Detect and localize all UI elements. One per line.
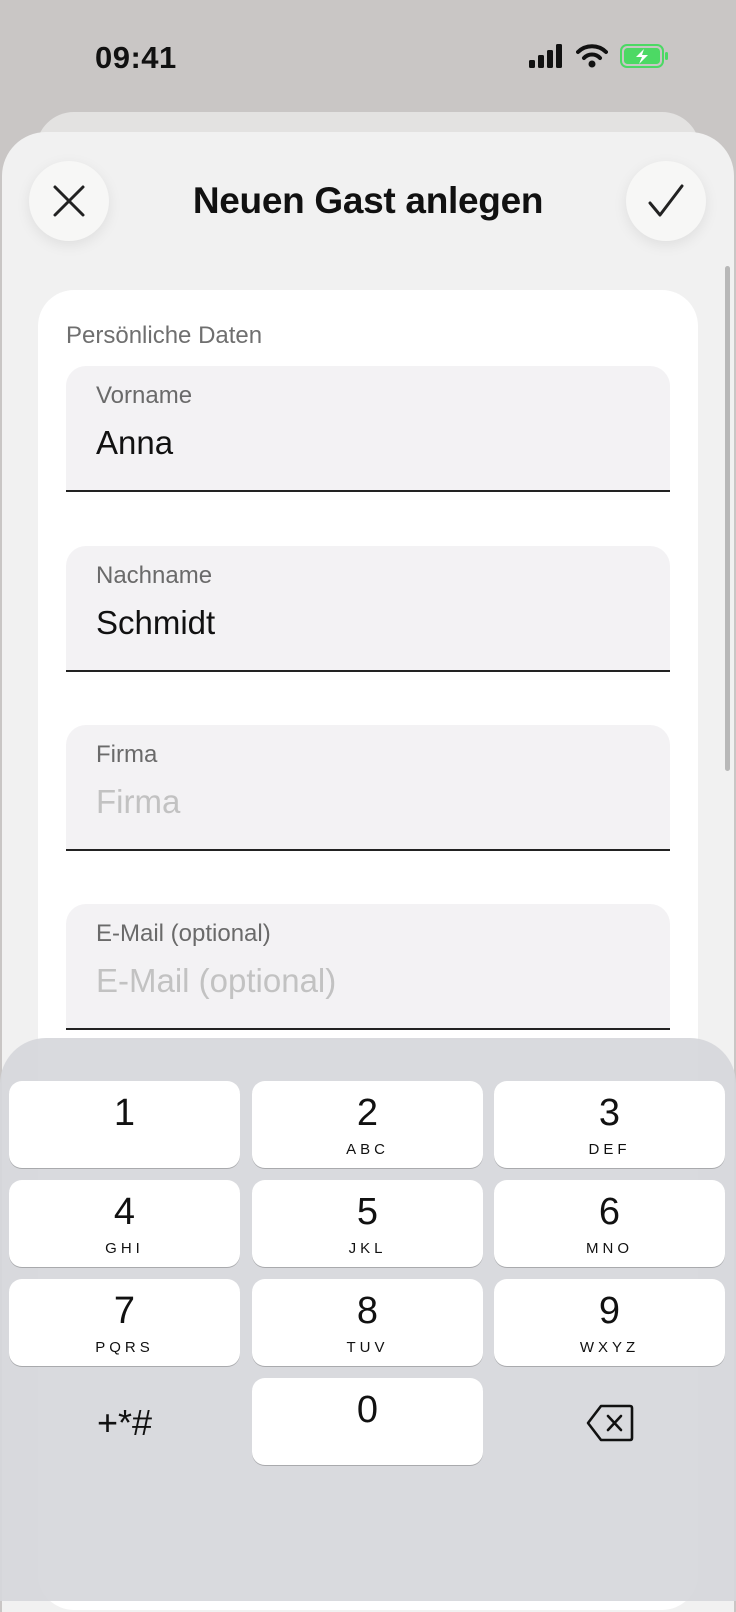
key-digit: 9: [598, 1290, 621, 1332]
key-3[interactable]: 3 DEF: [494, 1081, 725, 1168]
first-name-field[interactable]: Vorname Anna: [66, 366, 670, 492]
key-digit: 4: [113, 1191, 136, 1233]
status-time: 09:41: [95, 40, 177, 75]
key-9[interactable]: 9 WXYZ: [494, 1279, 725, 1366]
key-digit: 2: [356, 1092, 379, 1134]
key-digit: 1: [113, 1092, 136, 1134]
last-name-field[interactable]: Nachname Schmidt: [66, 546, 670, 672]
confirm-button[interactable]: [626, 161, 706, 241]
key-letters: MNO: [586, 1240, 633, 1257]
key-letters: TUV: [346, 1339, 389, 1356]
field-value[interactable]: Schmidt: [96, 604, 215, 642]
key-letters: WXYZ: [579, 1339, 640, 1356]
key-digit: 0: [356, 1389, 379, 1431]
wifi-icon: [576, 44, 608, 68]
status-bar: 09:41: [0, 0, 736, 110]
field-value[interactable]: Anna: [96, 424, 173, 462]
key-letters: DEF: [588, 1141, 631, 1158]
key-2[interactable]: 2 ABC: [252, 1081, 483, 1168]
key-4[interactable]: 4 GHI: [9, 1180, 240, 1267]
cellular-signal-icon: [529, 44, 562, 68]
key-digit: 6: [598, 1191, 621, 1233]
field-label: Firma: [96, 741, 158, 768]
field-label: Vorname: [96, 382, 193, 409]
field-placeholder[interactable]: Firma: [96, 783, 180, 821]
key-digit: 3: [598, 1092, 621, 1134]
key-letters: JKL: [348, 1240, 387, 1257]
key-digit: 5: [356, 1191, 379, 1233]
status-icons: [528, 44, 670, 68]
key-digit: 8: [356, 1290, 379, 1332]
scrollbar[interactable]: [725, 266, 730, 771]
battery-charging-icon: [620, 44, 668, 68]
key-6[interactable]: 6 MNO: [494, 1180, 725, 1267]
key-letters: ABC: [346, 1141, 389, 1158]
email-field[interactable]: E-Mail (optional) E-Mail (optional): [66, 904, 670, 1030]
checkmark-icon: [648, 184, 684, 217]
company-field[interactable]: Firma Firma: [66, 725, 670, 851]
field-label: E-Mail (optional): [96, 920, 271, 947]
section-title: Persönliche Daten: [66, 322, 263, 349]
delete-button[interactable]: [493, 1379, 726, 1466]
field-placeholder[interactable]: E-Mail (optional): [96, 962, 336, 1000]
key-5[interactable]: 5 JKL: [252, 1180, 483, 1267]
key-digit: 7: [113, 1290, 136, 1332]
key-letters: GHI: [105, 1240, 144, 1257]
key-symbols[interactable]: +*#: [8, 1379, 241, 1466]
key-8[interactable]: 8 TUV: [252, 1279, 483, 1366]
field-label: Nachname: [96, 562, 213, 589]
key-7[interactable]: 7 PQRS: [9, 1279, 240, 1366]
key-1[interactable]: 1: [9, 1081, 240, 1168]
key-letters: PQRS: [95, 1339, 154, 1356]
delete-backspace-icon: [586, 1404, 633, 1441]
key-0[interactable]: 0: [252, 1378, 483, 1465]
